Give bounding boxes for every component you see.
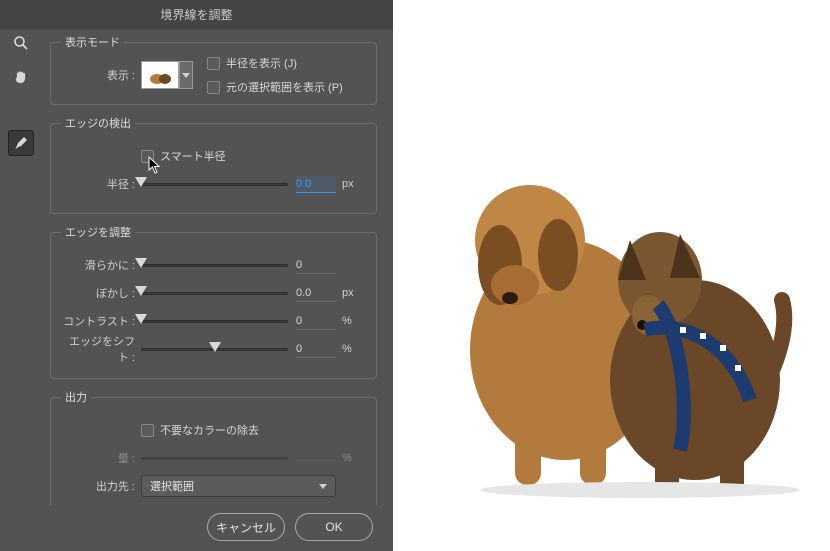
remove-color-checkbox[interactable] xyxy=(141,424,154,437)
show-radius-label: 半径を表示 (J) xyxy=(226,55,297,71)
hand-tool[interactable] xyxy=(8,64,34,90)
show-radius-checkbox-row[interactable]: 半径を表示 (J) xyxy=(207,55,343,71)
output-to-label: 出力先 : xyxy=(61,478,135,494)
view-mode-group: 表示モード 表示 : 半径を表示 (J) 元の選択範 xyxy=(50,34,377,105)
feather-label: ぼかし : xyxy=(61,285,135,301)
output-to-value: 選択範囲 xyxy=(150,478,194,494)
amount-unit: % xyxy=(342,452,366,464)
feather-unit: px xyxy=(342,287,366,299)
remove-color-label: 不要なカラーの除去 xyxy=(160,422,259,438)
output-legend: 出力 xyxy=(61,389,91,405)
radius-label: 半径 : xyxy=(61,176,135,192)
zoom-tool[interactable] xyxy=(8,30,34,56)
output-to-select[interactable]: 選択範囲 xyxy=(141,475,336,497)
radius-slider[interactable] xyxy=(141,176,288,192)
tool-strip xyxy=(8,30,38,164)
cancel-button[interactable]: キャンセル xyxy=(207,513,285,541)
shift-unit: % xyxy=(342,343,366,355)
edge-adjust-legend: エッジを調整 xyxy=(61,224,135,240)
show-label: 表示 : xyxy=(61,67,135,83)
amount-value xyxy=(296,456,336,461)
output-group: 出力 不要なカラーの除去 量 : % 出力先 : 選択範囲 xyxy=(50,389,377,505)
zoom-icon xyxy=(13,35,29,51)
dialog-content: 表示モード 表示 : 半径を表示 (J) 元の選択範 xyxy=(46,24,381,505)
dogs-preview-image xyxy=(430,130,820,500)
view-mode-swatch[interactable] xyxy=(141,61,179,89)
chevron-down-icon xyxy=(319,484,327,489)
smart-radius-checkbox[interactable] xyxy=(141,150,154,163)
view-mode-legend: 表示モード xyxy=(61,34,124,50)
feather-value[interactable]: 0.0 xyxy=(296,285,336,302)
hand-icon xyxy=(13,69,29,85)
swatch-preview-icon xyxy=(145,65,175,85)
refine-brush-tool[interactable] xyxy=(8,130,34,156)
amount-slider xyxy=(141,450,288,466)
shift-value[interactable]: 0 xyxy=(296,341,336,358)
contrast-value[interactable]: 0 xyxy=(296,313,336,330)
shift-slider[interactable] xyxy=(141,341,288,357)
chevron-down-icon xyxy=(182,73,190,78)
shift-label: エッジをシフト : xyxy=(61,333,135,365)
show-original-checkbox-row[interactable]: 元の選択範囲を表示 (P) xyxy=(207,79,343,95)
dialog-footer: キャンセル OK xyxy=(0,513,393,541)
smooth-value[interactable]: 0 xyxy=(296,257,336,274)
contrast-slider[interactable] xyxy=(141,313,288,329)
ok-button[interactable]: OK xyxy=(295,513,373,541)
contrast-unit: % xyxy=(342,315,366,327)
refine-brush-icon xyxy=(13,135,29,151)
radius-value[interactable]: 0.0 xyxy=(296,176,336,193)
edge-detect-legend: エッジの検出 xyxy=(61,115,135,131)
smart-radius-label: スマート半径 xyxy=(160,148,226,164)
show-radius-checkbox[interactable] xyxy=(207,57,220,70)
show-original-checkbox[interactable] xyxy=(207,81,220,94)
edge-adjust-group: エッジを調整 滑らかに : 0 ぼかし : 0.0 px コントラスト : 0 … xyxy=(50,224,377,379)
radius-unit: px xyxy=(342,178,366,190)
smooth-label: 滑らかに : xyxy=(61,257,135,273)
contrast-label: コントラスト : xyxy=(61,313,135,329)
show-original-label: 元の選択範囲を表示 (P) xyxy=(226,79,343,95)
view-mode-dropdown[interactable] xyxy=(179,61,193,89)
edge-detect-group: エッジの検出 スマート半径 半径 : 0.0 px xyxy=(50,115,377,214)
smooth-slider[interactable] xyxy=(141,257,288,273)
feather-slider[interactable] xyxy=(141,285,288,301)
refine-edge-dialog: 境界線を調整 表示モード 表示 : xyxy=(0,0,393,551)
amount-label: 量 : xyxy=(61,450,135,466)
